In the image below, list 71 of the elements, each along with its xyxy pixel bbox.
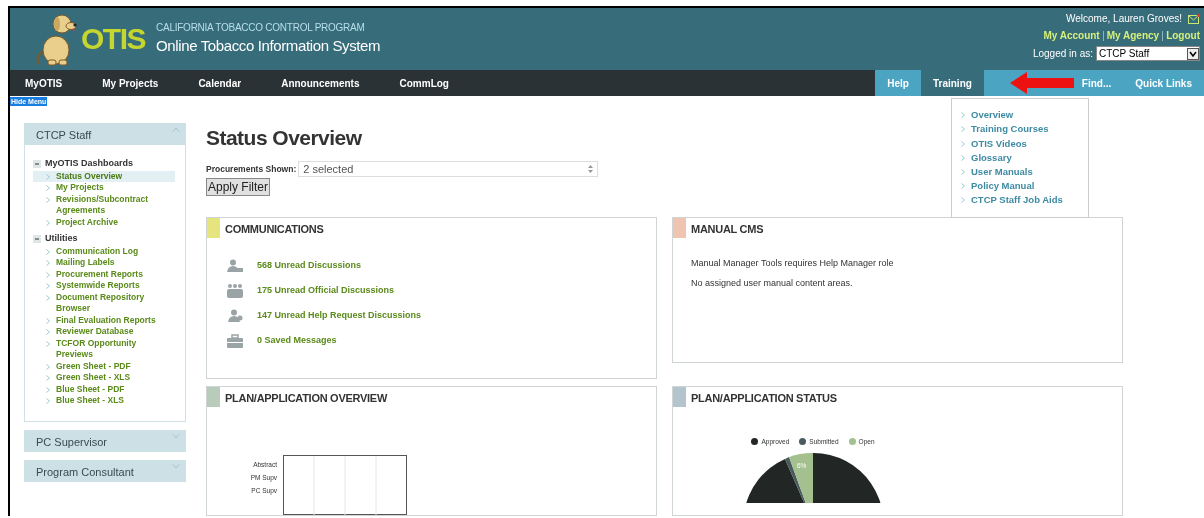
procurements-select[interactable]: 2 selected [298, 161, 599, 177]
caret-icon [172, 127, 180, 132]
sidebar-item[interactable]: Reviewer Database [56, 326, 174, 338]
briefcase-icon [227, 334, 243, 348]
info-text: Manual Manager Tools requires Help Manager role [691, 257, 895, 270]
sidebar-section-header[interactable]: PC Supervisor [24, 429, 186, 452]
sidebar-group-label: Utilities [45, 232, 78, 245]
account-link[interactable]: Logout [1162, 31, 1200, 41]
collapse-icon[interactable] [33, 159, 41, 168]
panel-title: PLAN/APPLICATION STATUS [691, 391, 837, 406]
pointer-arrow-icon [1010, 72, 1074, 95]
nav-tab[interactable]: Announcements [266, 70, 375, 96]
panel-title: MANUAL CMS [691, 222, 764, 237]
nav-tab[interactable]: Training [920, 70, 984, 96]
sidebar-item[interactable]: Blue Sheet - XLS [56, 395, 174, 407]
sidebar-section-header[interactable]: CTCP Staff [24, 123, 186, 145]
caret-icon [172, 433, 180, 439]
menu-item[interactable]: Policy Manual [971, 179, 1035, 194]
account-link[interactable]: My Agency [1102, 31, 1160, 41]
system-name: Online Tobacco Information System [156, 36, 381, 57]
program-name: CALIFORNIA TOBACCO CONTROL PROGRAM [156, 21, 366, 36]
nav-tab[interactable]: CommLog [384, 70, 464, 96]
sidebar-item[interactable]: Communication Log [56, 245, 174, 257]
page-title: Status Overview [206, 127, 362, 148]
menu-item[interactable]: Overview [971, 108, 1014, 123]
select-arrows-icon [588, 165, 594, 173]
sidebar-item[interactable]: Revisions/Subcontract Agreements [56, 193, 174, 217]
filter-label: Procurements Shown: [206, 162, 297, 176]
menu-item[interactable]: Training Courses [971, 122, 1049, 137]
sidebar-item[interactable]: Final Evaluation Reports [56, 314, 174, 326]
sidebar-section-header[interactable]: Program Consultant [24, 459, 186, 482]
welcome-text: Welcome, Lauren Groves! [1066, 12, 1182, 26]
nav-tab[interactable]: Calendar [183, 70, 257, 96]
sidebar-item[interactable]: Procurement Reports [56, 268, 174, 280]
nav-tab[interactable]: MyOTIS [10, 70, 78, 96]
panel-title: PLAN/APPLICATION OVERVIEW [225, 391, 387, 406]
discussion-link[interactable]: 147 Unread Help Request Discussions [257, 309, 422, 323]
sidebar-item[interactable]: Blue Sheet - PDF [56, 383, 174, 395]
sidebar-item[interactable]: Systemwide Reports [56, 280, 174, 292]
mail-icon[interactable] [1188, 13, 1200, 24]
role-select[interactable]: CTCP Staff [1096, 46, 1200, 61]
account-link[interactable]: My Account [1043, 31, 1100, 41]
caret-icon [172, 463, 180, 469]
logged-in-label: Logged in as: [1032, 47, 1093, 61]
sidebar-group-label: MyOTIS Dashboards [45, 157, 134, 170]
menu-item[interactable]: User Manuals [971, 165, 1033, 180]
group-icon [227, 284, 243, 298]
menu-item[interactable]: Glossary [971, 150, 1012, 165]
sidebar-item[interactable]: Mailing Labels [56, 257, 174, 269]
menu-item[interactable]: OTIS Videos [971, 136, 1027, 151]
dog-logo-icon [34, 12, 78, 67]
logo-text: OTIS [81, 24, 145, 55]
sidebar-item[interactable]: Green Sheet - PDF [56, 360, 174, 372]
sidebar-item[interactable]: Green Sheet - XLS [56, 372, 174, 384]
sidebar-item[interactable]: My Projects [56, 182, 174, 194]
sidebar-item[interactable]: Project Archive [56, 216, 174, 228]
chevron-icon [46, 219, 50, 226]
discussion-link[interactable]: 0 Saved Messages [257, 334, 337, 348]
nav-tab[interactable]: My Projects [87, 70, 174, 96]
discussion-link[interactable]: 175 Unread Official Discussions [257, 284, 395, 298]
collapse-icon[interactable] [33, 234, 41, 243]
apply-filter-button[interactable]: Apply Filter [206, 178, 271, 196]
user-icon [227, 309, 243, 323]
user-icon [227, 259, 243, 273]
info-text: No assigned user manual content areas. [691, 276, 854, 290]
caret-icon [1187, 47, 1199, 60]
menu-item[interactable]: CTCP Staff Job Aids [971, 193, 1063, 208]
sidebar-item[interactable]: Document Repository Browser [56, 291, 174, 315]
panel-title: COMMUNICATIONS [225, 222, 324, 237]
discussion-link[interactable]: 568 Unread Discussions [257, 259, 362, 273]
sidebar-item[interactable]: TCFOR Opportunity Previews [56, 337, 174, 361]
